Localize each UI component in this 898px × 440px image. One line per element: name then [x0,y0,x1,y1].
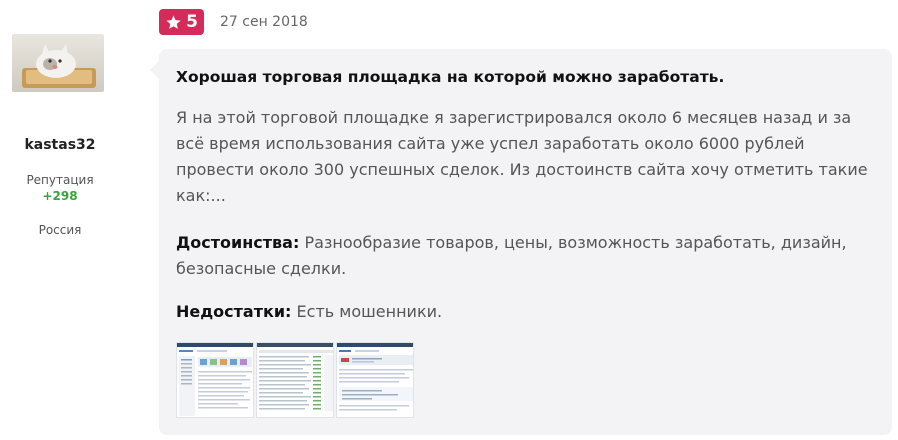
pros-label: Достоинства: [176,233,300,252]
author-panel: kastas32 Репутация +298 Россия [0,0,120,440]
avatar[interactable] [12,34,104,92]
username[interactable]: kastas32 [0,137,120,153]
attachment-thumbnail-1[interactable] [176,342,254,418]
screenshot-thumbnail-icon [177,343,253,417]
cat-avatar-image [12,34,104,92]
rating-badge: 5 [159,9,204,35]
reputation-label: Репутация [26,173,94,187]
attachment-thumbnail-3[interactable] [336,342,414,418]
cons-label: Недостатки: [176,302,292,321]
cons-text: Есть мошенники. [296,302,443,321]
star-icon [166,14,181,29]
review-text: Я на этой торговой площадке я зарегистри… [176,108,868,205]
review-cons: Недостатки: Есть мошенники. [176,299,876,325]
screenshot-thumbnail-icon [257,343,333,417]
attachment-thumbnails [176,342,414,418]
review-title: Хорошая торговая площадка на которой мож… [176,68,725,86]
rating-value: 5 [186,11,198,32]
attachment-thumbnail-2[interactable] [256,342,334,418]
review-pros: Достоинства: Разнообразие товаров, цены,… [176,230,876,282]
reputation-value: +298 [42,189,78,203]
review-date: 27 сен 2018 [220,14,308,30]
screenshot-thumbnail-icon [337,343,413,417]
author-country: Россия [38,223,82,237]
